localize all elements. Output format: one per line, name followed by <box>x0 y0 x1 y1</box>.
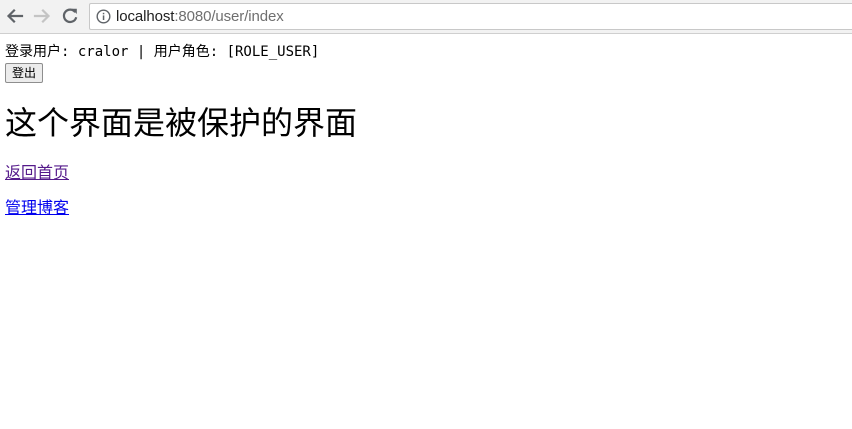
info-circle-icon[interactable] <box>96 9 111 24</box>
forward-arrow-icon <box>33 8 51 24</box>
reload-button[interactable] <box>59 5 81 27</box>
url-text[interactable]: localhost:8080/user/index <box>116 8 284 25</box>
browser-toolbar: localhost:8080/user/index <box>0 0 852 34</box>
manage-blog-link[interactable]: 管理博客 <box>5 198 69 218</box>
address-bar[interactable]: localhost:8080/user/index <box>89 3 852 30</box>
login-user-info: 登录用户: cralor | 用户角色: [ROLE_USER] <box>5 44 320 60</box>
back-button[interactable] <box>4 5 26 27</box>
logout-button[interactable]: 登出 <box>5 63 44 83</box>
page-title: 这个界面是被保护的界面 <box>5 104 358 142</box>
url-host: localhost <box>116 8 175 25</box>
reload-icon <box>62 8 78 24</box>
forward-button[interactable] <box>31 5 53 27</box>
page-content: 登录用户: cralor | 用户角色: [ROLE_USER] 登出 这个界面… <box>0 35 852 429</box>
home-link[interactable]: 返回首页 <box>5 163 69 183</box>
back-arrow-icon <box>6 8 24 24</box>
url-path: :8080/user/index <box>174 8 284 25</box>
